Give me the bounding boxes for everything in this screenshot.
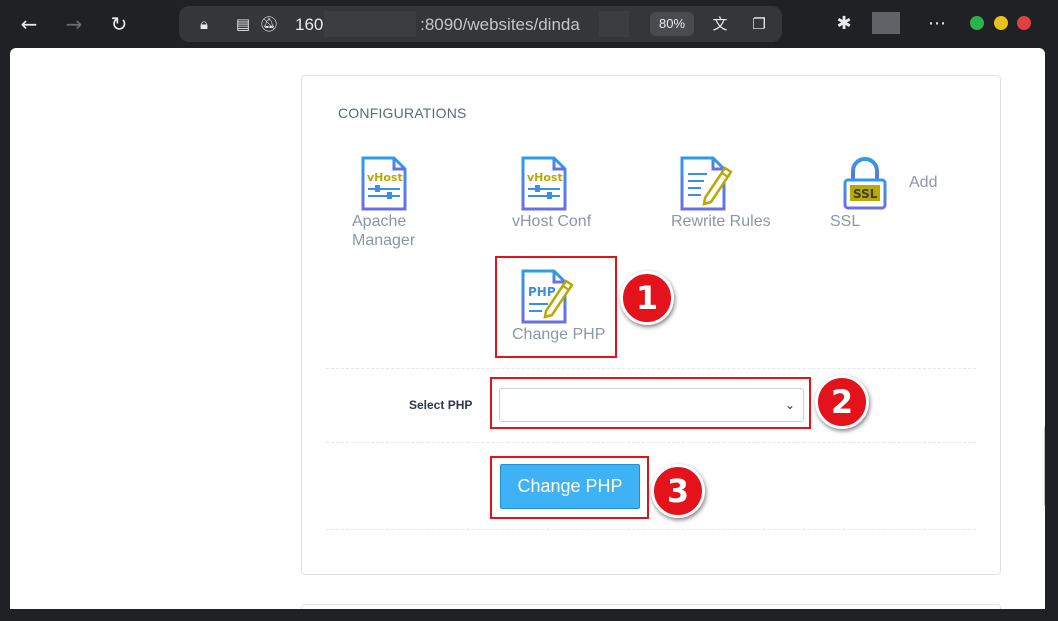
translate-icon[interactable]: 文 (710, 14, 730, 34)
add-link[interactable]: Add (909, 174, 937, 192)
rewrite-doc-icon (680, 156, 733, 211)
tile-vhost-conf[interactable]: vHost vHost Conf (512, 156, 591, 231)
redaction-mask (324, 11, 416, 37)
address-bar[interactable]: 🔒︎ ▤ 🔕︎ 160.:8090/websites/dinda.w 80% 文… (179, 6, 782, 42)
highlight-box-1 (495, 256, 617, 358)
step-badge-3: 3 (651, 464, 705, 518)
svg-text:vHost: vHost (527, 171, 563, 184)
more-icon[interactable]: ⋯ (925, 12, 949, 36)
svg-text:vHost: vHost (367, 171, 403, 184)
ssl-lock-icon: SSL (843, 157, 887, 210)
reload-icon[interactable]: ↻ (107, 12, 131, 36)
forward-icon[interactable]: → (62, 12, 86, 36)
divider (326, 442, 976, 443)
tile-label: vHost Conf (512, 213, 592, 230)
next-card (301, 604, 1001, 609)
redaction-mask (599, 11, 629, 37)
select-php-label: Select PHP (409, 398, 473, 412)
tile-label: Apache (352, 213, 407, 230)
url-path: :8090/websites/dinda (420, 15, 580, 34)
maximize-icon[interactable] (994, 16, 1008, 30)
step-badge-2: 2 (815, 375, 869, 429)
tile-label: Rewrite Rules (671, 213, 771, 230)
notifications-off-icon[interactable]: 🔕︎ (259, 14, 279, 34)
step-badge-1: 1 (620, 271, 674, 325)
minimize-icon[interactable] (970, 16, 984, 30)
reader-icon[interactable]: ▤ (233, 14, 253, 34)
tile-label: SSL (830, 213, 861, 230)
page-viewport: CONFIGURATIONS vHost Apache Manager vHos… (10, 48, 1045, 609)
vhost-doc-icon: vHost (521, 156, 567, 211)
tile-label-line2: Manager (352, 232, 416, 249)
tile-apache-manager[interactable]: vHost Apache Manager (352, 156, 415, 250)
close-icon[interactable] (1017, 16, 1031, 30)
browser-toolbar: ← → ↻ 🔒︎ ▤ 🔕︎ 160.:8090/websites/dinda.w… (0, 0, 1058, 48)
divider (326, 368, 976, 369)
svg-text:SSL: SSL (853, 187, 878, 201)
configurations-card: CONFIGURATIONS vHost Apache Manager vHos… (301, 75, 1001, 575)
vhost-doc-icon: vHost (361, 156, 407, 211)
highlight-box-3 (490, 456, 649, 519)
collections-icon[interactable]: ❐ (749, 14, 769, 34)
tile-ssl[interactable]: SSL SSL (830, 156, 889, 231)
divider (326, 529, 976, 530)
section-title: CONFIGURATIONS (338, 105, 467, 121)
lock-icon[interactable]: 🔒︎ (194, 14, 214, 34)
highlight-box-2 (490, 377, 811, 429)
tile-rewrite-rules[interactable]: Rewrite Rules (671, 156, 771, 231)
extensions-icon[interactable]: ✱ (832, 12, 856, 36)
zoom-badge[interactable]: 80% (650, 12, 694, 36)
window-edge (1046, 48, 1058, 609)
back-icon[interactable]: ← (17, 12, 41, 36)
scrollbar-thumb[interactable] (1044, 425, 1045, 507)
profile-avatar[interactable] (872, 12, 900, 34)
